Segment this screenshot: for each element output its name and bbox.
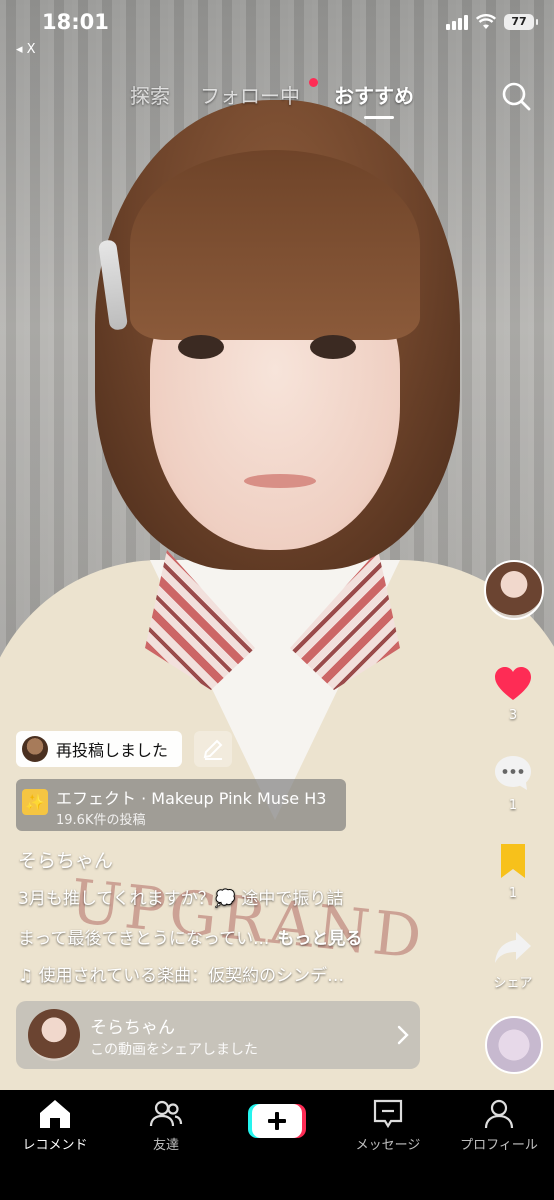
comment-count: 1: [508, 798, 518, 813]
effect-icon: ✨: [22, 789, 48, 815]
inbox-icon: [373, 1099, 403, 1129]
edit-icon: [203, 739, 223, 760]
chevron-right-icon: [397, 1025, 409, 1045]
effect-post-count: 19.6K件の投稿: [56, 813, 146, 828]
effect-name: エフェクト · Makeup Pink Muse H3: [56, 789, 327, 808]
tab-explore[interactable]: 探索: [130, 80, 170, 109]
app-screen: UPGRAND 18:01 ◂ X 77 探索 フォロー中 おすすめ 3 1 1…: [0, 0, 554, 1200]
tab-recommended[interactable]: おすすめ: [334, 80, 414, 109]
edit-repost-button[interactable]: [194, 731, 232, 767]
nav-profile-label: プロフィール: [460, 1138, 538, 1153]
nav-home-label: レコメンド: [22, 1138, 88, 1153]
friends-icon: [149, 1100, 183, 1127]
repost-label: 再投稿しました: [56, 741, 169, 760]
bookmark-count: 1: [508, 886, 518, 901]
home-icon: [40, 1100, 70, 1128]
heart-icon: [495, 667, 531, 700]
status-icons: 77: [446, 14, 538, 30]
share-button[interactable]: シェア: [484, 930, 542, 991]
comment-icon: [495, 756, 531, 790]
creator-username[interactable]: そらちゃん: [18, 846, 113, 873]
share-label: シェア: [493, 976, 533, 991]
share-icon: [495, 932, 531, 963]
creator-avatar[interactable]: [484, 560, 544, 620]
sharer-name: そらちゃん: [90, 1018, 175, 1038]
bookmark-button[interactable]: 1: [484, 842, 542, 901]
music-info[interactable]: ♫ 使用されている楽曲：仮契約のシンデ…: [18, 961, 344, 986]
nav-profile[interactable]: プロフィール: [444, 1098, 554, 1153]
sharer-avatar: [28, 1009, 80, 1061]
video-mouth: [244, 474, 316, 488]
active-tab-indicator: [364, 116, 394, 119]
battery-indicator: 77: [504, 14, 538, 30]
create-button[interactable]: [248, 1104, 306, 1138]
nav-inbox[interactable]: メッセージ: [333, 1098, 443, 1153]
caption-line-2: まって最後てきとうになってい... もっと見る: [18, 924, 362, 949]
shared-by-card[interactable]: そらちゃん この動画をシェアしました: [16, 1001, 420, 1069]
repost-avatar: [22, 736, 48, 762]
music-disc[interactable]: [485, 1016, 543, 1074]
bookmark-icon: [501, 844, 525, 878]
wifi-icon: [476, 14, 496, 29]
feed-tabs: 探索 フォロー中 おすすめ: [0, 78, 554, 119]
repost-badge[interactable]: 再投稿しました: [16, 731, 183, 767]
status-bar: 18:01 ◂ X 77: [0, 0, 554, 57]
search-icon[interactable]: [500, 80, 532, 112]
tab-following[interactable]: フォロー中: [200, 80, 300, 109]
nav-home[interactable]: レコメンド: [0, 1098, 110, 1153]
like-button[interactable]: 3: [484, 666, 542, 723]
nav-friends-label: 友達: [152, 1138, 179, 1153]
signal-icon: [446, 14, 468, 30]
like-count: 3: [508, 708, 518, 723]
comment-button[interactable]: 1: [484, 754, 542, 813]
status-time: 18:01: [42, 10, 109, 34]
video-eye-right: [310, 335, 356, 359]
shared-text: この動画をシェアしました: [90, 1042, 258, 1058]
back-to-app-link[interactable]: ◂ X: [16, 42, 36, 57]
profile-icon: [484, 1099, 514, 1129]
caption-line-1: 3月も推してくれますか？💭 途中で振り詰: [18, 889, 344, 909]
video-eye-left: [178, 335, 224, 359]
video-bangs: [130, 150, 420, 340]
see-more-link[interactable]: もっと見る: [277, 929, 362, 949]
following-notification-dot: [309, 78, 318, 87]
effect-link[interactable]: ✨ エフェクト · Makeup Pink Muse H3 19.6K件の投稿: [16, 779, 346, 831]
nav-inbox-label: メッセージ: [355, 1138, 421, 1153]
caption-text: まって最後てきとうになってい...: [18, 929, 270, 949]
nav-friends[interactable]: 友達: [111, 1098, 221, 1153]
